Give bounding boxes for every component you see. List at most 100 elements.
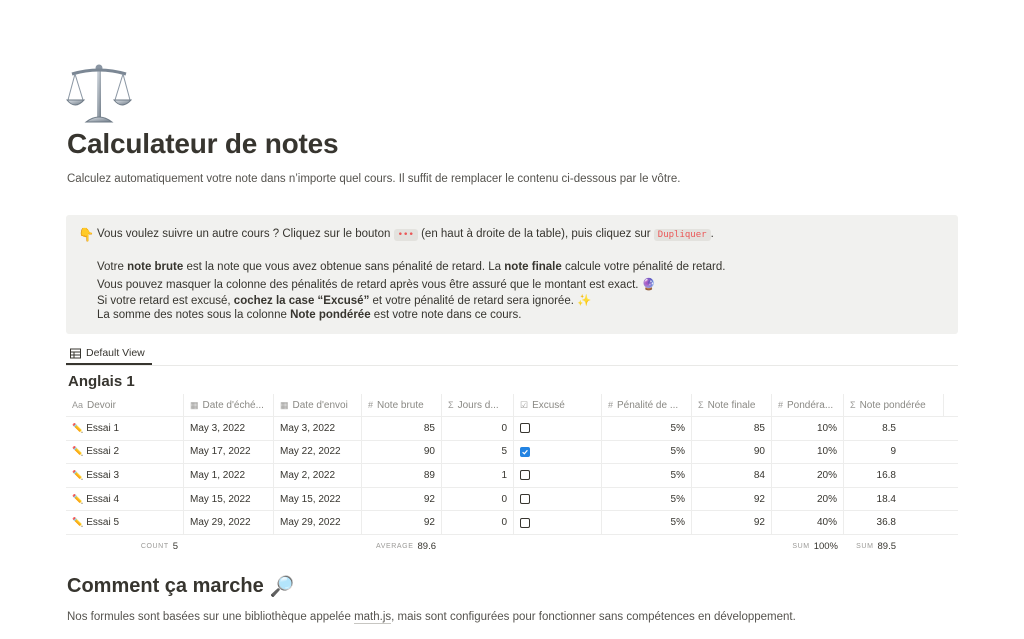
callout-line-1: Vous voulez suivre un autre cours ? Cliq…	[97, 228, 714, 241]
weight-cell[interactable]: 20%	[772, 464, 844, 487]
row-title[interactable]: ✏️ Essai 1	[66, 417, 184, 440]
final-grade-cell: 84	[692, 464, 772, 487]
mathjs-link[interactable]: math.js	[354, 611, 392, 624]
pointing-down-icon: 👇	[78, 227, 95, 242]
callout-line-4: Si votre retard est excusé, cochez la ca…	[97, 295, 592, 307]
excused-checkbox[interactable]	[520, 423, 530, 434]
calendar-icon: ▦	[190, 399, 199, 410]
table-footer-row: COUNT 5 AVERAGE 89.6 SUM 100% SUM 89.5	[66, 535, 958, 559]
average-summary[interactable]: AVERAGE 89.6	[362, 541, 442, 552]
section-description: Nos formules sont basées sur une bibliot…	[67, 611, 796, 624]
row-title[interactable]: ✏️ Essai 4	[66, 487, 184, 511]
callout-line-3: Vous pouvez masquer la colonne des pénal…	[97, 279, 656, 291]
days-late-cell: 5	[442, 440, 514, 464]
excused-checkbox[interactable]	[520, 470, 530, 481]
column-header-devoir[interactable]: Aa Devoir	[66, 394, 184, 416]
excused-checkbox[interactable]	[520, 517, 530, 528]
callout-line-5: La somme des notes sous la colonne Note …	[97, 309, 522, 321]
excused-cell	[514, 440, 602, 464]
pencil-icon: ✏️	[72, 517, 84, 528]
final-grade-cell: 90	[692, 440, 772, 464]
sent-date-cell[interactable]: May 2, 2022	[274, 464, 362, 487]
sum-weight-summary[interactable]: SUM 100%	[772, 541, 844, 552]
sent-date-cell[interactable]: May 3, 2022	[274, 417, 362, 440]
due-date-cell[interactable]: May 1, 2022	[184, 464, 274, 487]
weight-cell[interactable]: 10%	[772, 417, 844, 440]
due-date-cell[interactable]: May 3, 2022	[184, 417, 274, 440]
magnifying-glass-icon: 🔎	[269, 576, 295, 598]
penalty-cell[interactable]: 5%	[602, 511, 692, 534]
due-date-cell[interactable]: May 29, 2022	[184, 511, 274, 534]
count-summary[interactable]: COUNT 5	[66, 541, 184, 552]
due-date-cell[interactable]: May 15, 2022	[184, 487, 274, 511]
weighted-grade-cell: 9	[890, 446, 896, 458]
database-title[interactable]: Anglais 1	[68, 373, 135, 390]
checkbox-icon: ☑	[520, 399, 529, 410]
number-icon: #	[778, 400, 784, 410]
table-row[interactable]: ✏️ Essai 3 May 1, 2022 May 2, 2022 89 1 5…	[66, 464, 958, 488]
final-grade-cell: 92	[692, 511, 772, 534]
more-options-code: •••	[393, 229, 418, 241]
row-title[interactable]: ✏️ Essai 5	[66, 511, 184, 534]
callout-line-2: Votre note brute est la note que vous av…	[97, 261, 726, 273]
weighted-grade-cell: 8.5	[882, 422, 896, 434]
table-header-row: Aa Devoir ▦ Date d'éché... ▦ Date d'envoi #…	[66, 393, 958, 417]
table-row[interactable]: ✏️ Essai 5 May 29, 2022 May 29, 2022 92 0…	[66, 511, 958, 535]
column-header-excused[interactable]: ☑ Excusé	[514, 394, 602, 416]
penalty-cell[interactable]: 5%	[602, 417, 692, 440]
days-late-cell: 0	[442, 417, 514, 440]
days-late-cell: 0	[442, 511, 514, 534]
raw-grade-cell[interactable]: 92	[362, 487, 442, 511]
raw-grade-cell[interactable]: 90	[362, 440, 442, 464]
table-row[interactable]: ✏️ Essai 4 May 15, 2022 May 15, 2022 92 0…	[66, 487, 958, 512]
page-title: Calculateur de notes	[67, 128, 339, 159]
balance-scale-icon	[66, 64, 132, 123]
row-title[interactable]: ✏️ Essai 2	[66, 440, 184, 464]
sent-date-cell[interactable]: May 15, 2022	[274, 487, 362, 511]
tab-default-view[interactable]: Default View	[66, 341, 149, 365]
callout: 👇 Vous voulez suivre un autre cours ? Cl…	[66, 215, 958, 334]
column-header-weighted-grade[interactable]: Σ Note pondérée	[844, 394, 944, 416]
pencil-icon: ✏️	[72, 422, 84, 433]
row-title[interactable]: ✏️ Essai 3	[66, 464, 184, 487]
number-icon: #	[368, 400, 374, 410]
excused-cell	[514, 417, 602, 440]
final-grade-cell: 85	[692, 417, 772, 440]
due-date-cell[interactable]: May 17, 2022	[184, 440, 274, 464]
formula-icon: Σ	[448, 400, 454, 410]
penalty-cell[interactable]: 5%	[602, 440, 692, 464]
column-header-raw-grade[interactable]: # Note brute	[362, 394, 442, 416]
sent-date-cell[interactable]: May 29, 2022	[274, 511, 362, 534]
column-header-due-date[interactable]: ▦ Date d'éché...	[184, 394, 274, 416]
table-row[interactable]: ✏️ Essai 1 May 3, 2022 May 3, 2022 85 0 5…	[66, 417, 958, 441]
section-heading: Comment ça marche 🔎	[67, 575, 295, 598]
excused-cell	[514, 464, 602, 487]
weight-cell[interactable]: 10%	[772, 440, 844, 464]
sum-weighted-summary[interactable]: SUM 89.5	[844, 541, 944, 552]
column-header-final-grade[interactable]: Σ Note finale	[692, 394, 772, 416]
raw-grade-cell[interactable]: 92	[362, 511, 442, 534]
penalty-cell[interactable]: 5%	[602, 464, 692, 487]
weighted-grade-cell: 18.4	[876, 493, 896, 505]
duplicate-code: Dupliquer	[653, 229, 711, 241]
raw-grade-cell[interactable]: 89	[362, 464, 442, 487]
column-header-sent-date[interactable]: ▦ Date d'envoi	[274, 394, 362, 416]
excused-checkbox[interactable]	[520, 446, 530, 457]
column-header-penalty[interactable]: # Pénalité de ...	[602, 394, 692, 416]
formula-icon: Σ	[698, 400, 704, 410]
penalty-cell[interactable]: 5%	[602, 487, 692, 511]
excused-cell	[514, 511, 602, 534]
weighted-grade-cell: 36.8	[876, 517, 896, 529]
days-late-cell: 1	[442, 464, 514, 487]
weight-cell[interactable]: 40%	[772, 511, 844, 534]
text-property-icon: Aa	[72, 400, 84, 410]
raw-grade-cell[interactable]: 85	[362, 417, 442, 440]
table-row[interactable]: ✏️ Essai 2 May 17, 2022 May 22, 2022 90 5…	[66, 440, 958, 465]
column-header-weight[interactable]: # Pondéra...	[772, 394, 844, 416]
excused-checkbox[interactable]	[520, 494, 530, 505]
final-grade-cell: 92	[692, 487, 772, 511]
column-header-days[interactable]: Σ Jours d...	[442, 394, 514, 416]
weight-cell[interactable]: 20%	[772, 487, 844, 511]
view-divider	[66, 365, 958, 366]
sent-date-cell[interactable]: May 22, 2022	[274, 440, 362, 464]
